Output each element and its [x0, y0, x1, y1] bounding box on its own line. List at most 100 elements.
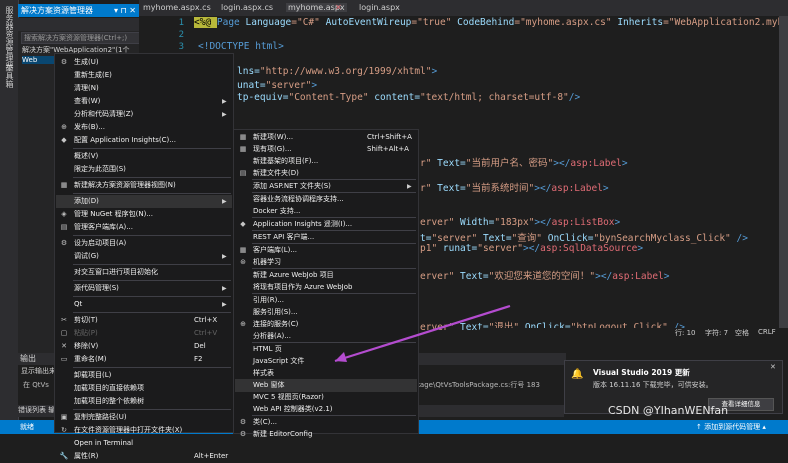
- menu-item-icon: ⊕: [61, 123, 67, 131]
- crlf-indicator: CRLF: [758, 328, 776, 336]
- tab-login-aspx[interactable]: login.aspx: [359, 3, 400, 12]
- context-menu-item[interactable]: 查看(W) ▶: [56, 95, 232, 108]
- menu-item-shortcut: Alt+Enter: [194, 452, 229, 460]
- solution-explorer-toolbar: [18, 18, 139, 31]
- context-menu-item[interactable]: 源代码管理(S) ▶: [56, 282, 232, 295]
- code-xmlns: lns="http://www.w3.org/1999/xhtml">: [237, 66, 438, 77]
- menu-item-label: 移除(V): [74, 342, 99, 350]
- solution-search-input[interactable]: 搜索解决方案资源管理器(Ctrl+;): [21, 32, 140, 44]
- code-label-user: r" Text="当前用户名、密码"></asp:Label>: [420, 158, 628, 169]
- menu-item-label: 重命名(M): [74, 355, 107, 363]
- context-menu-item[interactable]: ▢ 粘贴(P) Ctrl+V: [56, 327, 232, 340]
- context-menu-item[interactable]: 对交互窗口进行项目初始化: [56, 266, 232, 279]
- submenu-arrow-icon: ▶: [222, 198, 227, 205]
- menu-item-label: 剪切(T): [74, 316, 98, 324]
- editor-tab-bar: myhome.aspx.cs login.aspx.cs myhome.aspx…: [139, 0, 788, 16]
- menu-item-icon: ◆: [240, 220, 246, 228]
- code-label-time: r" Text="当前系统时间"></asp:Label>: [420, 183, 609, 194]
- context-menu-item[interactable]: Qt ▶: [56, 298, 232, 311]
- notification-title: Visual Studio 2019 更新: [593, 368, 690, 377]
- panel-controls[interactable]: ▾ ⊓ ✕: [114, 4, 136, 17]
- menu-item-icon: ▣: [60, 413, 68, 421]
- menu-separator: [73, 193, 231, 194]
- menu-item-icon: ⊛: [240, 258, 246, 266]
- menu-item-label: 分析和代码清理(Z): [74, 110, 134, 118]
- context-menu-item[interactable]: 清理(N): [56, 82, 232, 95]
- menu-item-shortcut: F2: [194, 355, 203, 363]
- menu-item-label: 加载项目的直接依赖项: [74, 384, 144, 392]
- output-line: 在 QtVs: [23, 381, 49, 389]
- menu-item-label: 清理(N): [74, 84, 99, 92]
- menu-item-label: 加载项目的整个依赖树: [74, 397, 144, 405]
- submenu-arrow-icon: ▶: [222, 301, 227, 308]
- context-menu-item[interactable]: ◆ 配置 Application Insights(C)...: [56, 134, 232, 147]
- submenu-arrow-icon: ▶: [222, 285, 227, 292]
- context-menu-item[interactable]: ◈ 管理 NuGet 程序包(N)...: [56, 208, 232, 221]
- context-menu-item[interactable]: 分析和代码清理(Z) ▶: [56, 108, 232, 121]
- menu-separator: [73, 177, 231, 178]
- tab-myhome-cs[interactable]: myhome.aspx.cs: [143, 3, 211, 12]
- server-explorer-tab[interactable]: 服务器资源管理器: [4, 6, 15, 70]
- menu-item-label: 在文件资源管理器中打开文件夹(X): [74, 426, 183, 434]
- context-menu-item[interactable]: 🔧 属性(R) Alt+Enter: [56, 450, 232, 463]
- code-line-1: <%@ Page Language="C#" AutoEventWireup="…: [194, 17, 788, 28]
- menu-item-label: 粘贴(P): [74, 329, 98, 337]
- menu-item-icon: ⚙: [60, 58, 68, 66]
- menu-item-label: 管理 NuGet 程序包(N)...: [74, 210, 153, 218]
- space-indicator: 空格: [735, 329, 749, 337]
- menu-item-label: 查看(W): [74, 97, 101, 105]
- context-menu-item[interactable]: 概述(V): [56, 150, 232, 163]
- menu-item-icon: ▦: [60, 181, 68, 189]
- context-menu-item[interactable]: 加载项目的直接依赖项: [56, 382, 232, 395]
- context-menu-item[interactable]: ▤ 管理客户端库(A)...: [56, 221, 232, 234]
- menu-item-label: 调试(G): [74, 252, 99, 260]
- menu-item-icon: ◈: [61, 210, 67, 218]
- context-menu-item[interactable]: ✂ 剪切(T) Ctrl+X: [56, 314, 232, 327]
- code-welcome-label: erver" Text="欢迎您来道您的空间！"></asp:Label>: [420, 271, 670, 282]
- tab-close-icon[interactable]: ✕: [335, 3, 342, 12]
- char-indicator: 字符: 7: [705, 329, 729, 337]
- code-runat: unat="server">: [237, 80, 318, 91]
- menu-item-icon: ⚙: [60, 239, 68, 247]
- context-menu-item[interactable]: ▭ 重命名(M) F2: [56, 353, 232, 366]
- add-submenu-item[interactable]: ⚙ 新建 EditorConfig: [235, 428, 417, 441]
- menu-separator: [73, 409, 231, 410]
- menu-item-icon: ⚙: [239, 430, 247, 438]
- context-menu-item[interactable]: 卸载项目(L): [56, 369, 232, 382]
- menu-separator: [73, 264, 231, 265]
- context-menu-item[interactable]: 调试(G) ▶: [56, 250, 232, 263]
- menu-separator: [73, 296, 231, 297]
- context-menu-item[interactable]: 重新生成(E): [56, 69, 232, 82]
- code-meta: tp-equiv="Content-Type" content="text/ht…: [237, 92, 581, 103]
- menu-item-label: 复制完整路径(U): [74, 413, 127, 421]
- context-menu-item[interactable]: ▣ 复制完整路径(U): [56, 411, 232, 424]
- csdn-watermark: CSDN @YIhanWENfan: [608, 404, 729, 417]
- context-menu-item[interactable]: Open in Terminal: [56, 437, 232, 450]
- code-listbox: erver" Width="183px"></asp:ListBox>: [420, 217, 621, 228]
- context-menu-item[interactable]: 加载项目的整个依赖树: [56, 395, 232, 408]
- code-search-button: t="server" Text="查询" OnClick="bynSearchM…: [420, 233, 748, 244]
- menu-item-icon: ✂: [61, 316, 67, 324]
- menu-separator: [73, 312, 231, 313]
- context-menu-item[interactable]: ⚙ 设为启动项目(A): [56, 237, 232, 250]
- line-number: 1: [178, 18, 184, 28]
- context-menu-item[interactable]: 限定为此范围(S): [56, 163, 232, 176]
- editor-status-bar: 行: 10 字符: 7 空格 CRLF: [480, 328, 788, 338]
- tab-login-cs[interactable]: login.aspx.cs: [221, 3, 273, 12]
- project-node[interactable]: Web: [22, 56, 54, 64]
- code-line-3: <!DOCTYPE html>: [198, 41, 284, 52]
- context-menu-item[interactable]: 添加(D) ▶: [56, 195, 232, 208]
- context-menu-item[interactable]: ↻ 在文件资源管理器中打开文件夹(X): [56, 424, 232, 437]
- menu-item-label: Qt: [74, 300, 83, 308]
- add-source-control-button[interactable]: ↑ 添加到源代码管理 ▴: [696, 420, 766, 434]
- editor-vertical-scrollbar[interactable]: [779, 16, 788, 328]
- menu-item-label: 新建 EditorConfig: [253, 430, 313, 438]
- context-menu-item[interactable]: ✕ 移除(V) Del: [56, 340, 232, 353]
- context-menu-item[interactable]: ⚙ 生成(U): [56, 56, 232, 69]
- menu-separator: [73, 280, 231, 281]
- toolbox-tab[interactable]: 工具箱: [4, 64, 15, 88]
- notification-close-icon[interactable]: ✕: [770, 363, 776, 371]
- menu-item-label: 设为启动项目(A): [74, 239, 127, 247]
- context-menu-item[interactable]: ▦ 新建解决方案资源管理器视图(N): [56, 179, 232, 192]
- context-menu-item[interactable]: ⊕ 发布(B)...: [56, 121, 232, 134]
